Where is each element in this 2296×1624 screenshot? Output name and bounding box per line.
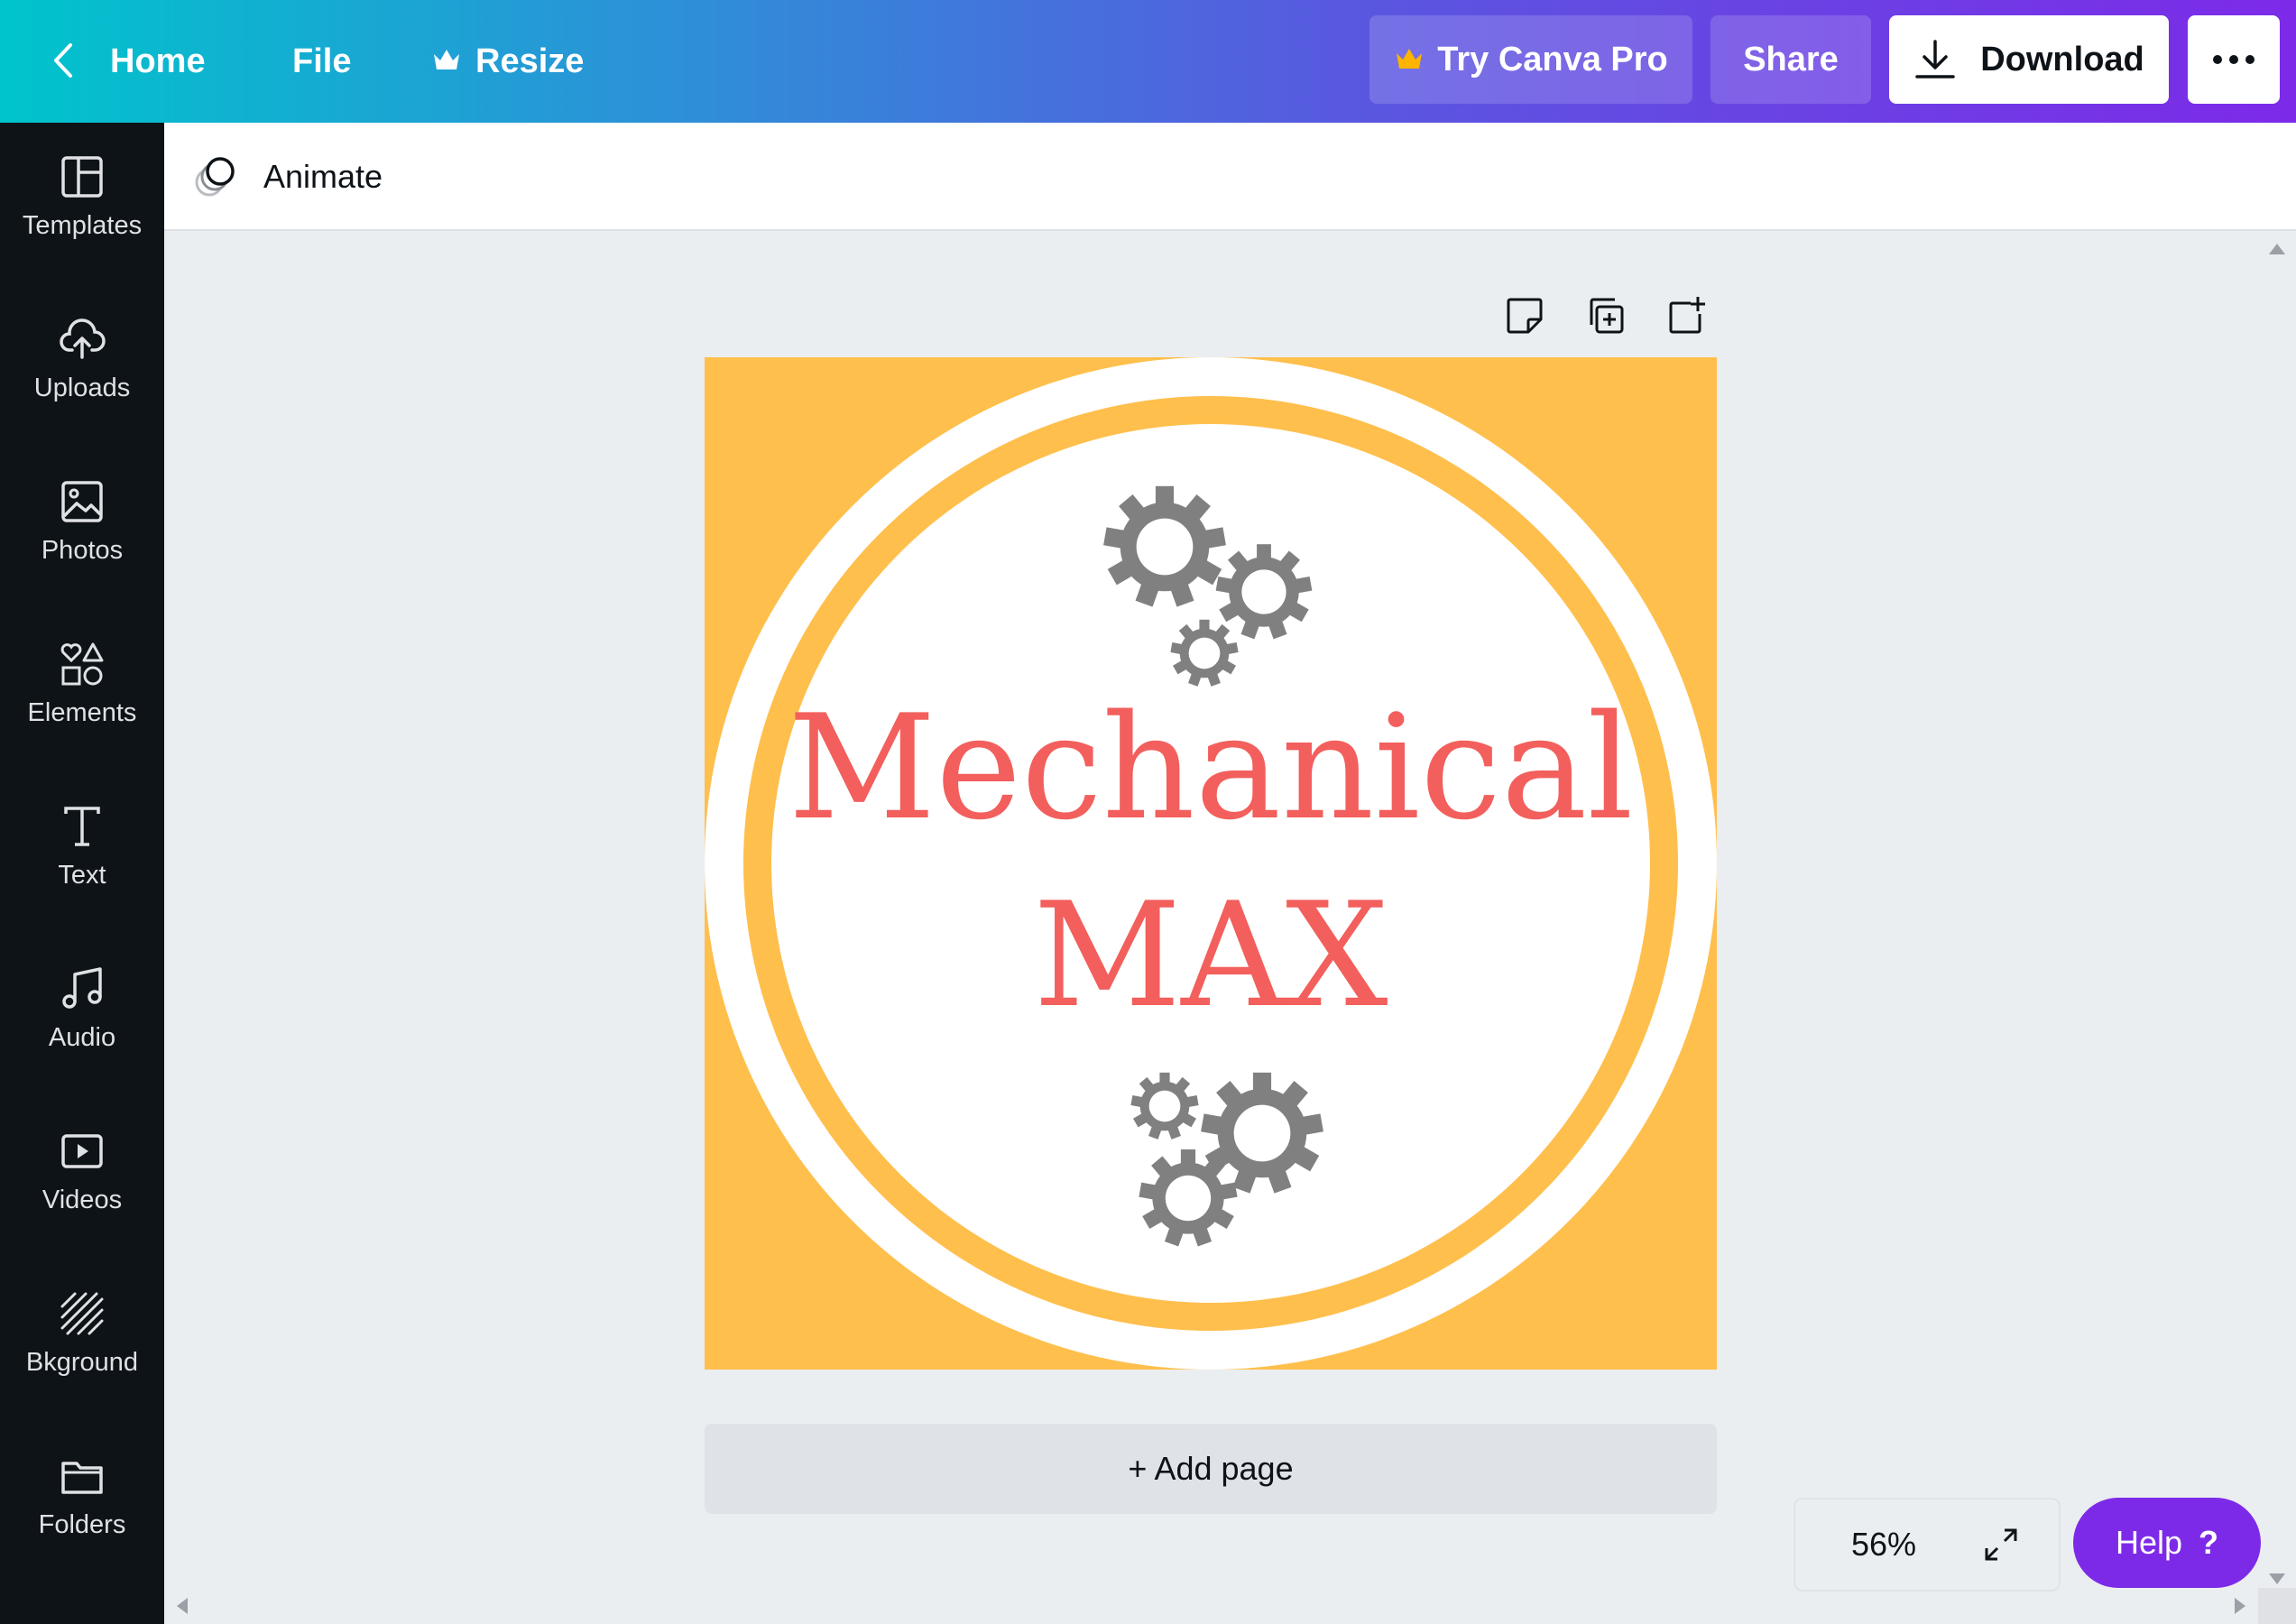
background-pattern-icon xyxy=(60,1292,104,1335)
templates-icon xyxy=(61,156,103,198)
sidebar-item-label: Photos xyxy=(41,536,124,565)
crown-icon xyxy=(434,50,459,69)
file-menu[interactable]: File xyxy=(292,38,351,85)
folder-icon xyxy=(61,1462,103,1494)
gears-top-graphic[interactable] xyxy=(1102,484,1318,700)
title-line-2[interactable]: MAX xyxy=(705,879,1717,1032)
download-icon xyxy=(1915,40,1955,78)
upload-cloud-icon xyxy=(60,318,106,359)
gears-bottom-graphic[interactable] xyxy=(1102,1070,1336,1269)
animate-icon[interactable] xyxy=(191,150,242,200)
sidebar-item-elements[interactable]: Elements xyxy=(0,610,164,772)
question-mark-icon: ? xyxy=(2199,1524,2219,1561)
context-toolbar: Animate xyxy=(164,123,2296,231)
title-line-1[interactable]: Mechanical xyxy=(705,691,1717,844)
download-button[interactable]: Download xyxy=(1889,15,2169,104)
text-icon xyxy=(64,807,100,846)
chevron-left-icon[interactable] xyxy=(45,38,81,83)
sidebar-item-templates[interactable]: Templates xyxy=(0,123,164,285)
zoom-control[interactable]: 56% xyxy=(1793,1498,2061,1592)
scrollbar-corner xyxy=(2258,1588,2296,1624)
share-label: Share xyxy=(1743,41,1839,78)
top-bar: Home File Resize Try Canva Pro Share Dow… xyxy=(0,0,2296,123)
sidebar-item-text[interactable]: Text xyxy=(0,772,164,935)
sidebar-item-label: Bkground xyxy=(25,1348,139,1377)
sidebar-item-label: Audio xyxy=(48,1023,116,1052)
sidebar-item-label: Templates xyxy=(22,211,143,240)
more-options-button[interactable] xyxy=(2188,15,2280,104)
sidebar-item-label: Folders xyxy=(38,1510,126,1539)
design-page[interactable]: Mechanical MAX xyxy=(705,357,1717,1370)
vertical-scrollbar[interactable] xyxy=(2258,231,2296,1593)
music-note-icon xyxy=(62,967,102,1009)
duplicate-page-icon[interactable] xyxy=(1584,294,1627,337)
home-link[interactable]: Home xyxy=(110,38,206,85)
fullscreen-expand-icon[interactable] xyxy=(1979,1523,2023,1566)
sidebar-item-label: Uploads xyxy=(33,374,131,402)
sidebar-item-uploads[interactable]: Uploads xyxy=(0,285,164,448)
sidebar-item-folders[interactable]: Folders xyxy=(0,1422,164,1584)
more-dots-icon xyxy=(2213,55,2255,64)
help-button[interactable]: Help ? xyxy=(2073,1498,2261,1588)
share-button[interactable]: Share xyxy=(1710,15,1871,104)
sidebar-item-label: Text xyxy=(58,861,106,890)
try-canva-pro-button[interactable]: Try Canva Pro xyxy=(1369,15,1692,104)
horizontal-scrollbar[interactable] xyxy=(164,1588,2258,1624)
sidebar-item-background[interactable]: Bkground xyxy=(0,1260,164,1422)
resize-button[interactable]: Resize xyxy=(475,38,584,85)
add-page-icon[interactable] xyxy=(1665,294,1709,337)
sidebar-item-videos[interactable]: Videos xyxy=(0,1097,164,1260)
sidebar-item-audio[interactable]: Audio xyxy=(0,935,164,1097)
crown-icon xyxy=(1397,49,1423,69)
notes-icon[interactable] xyxy=(1503,294,1546,337)
sidebar-item-label: Videos xyxy=(41,1186,123,1214)
left-sidebar: Templates Uploads Photos Elements Text A… xyxy=(0,123,164,1624)
help-label: Help xyxy=(2115,1524,2183,1561)
animate-button[interactable]: Animate xyxy=(263,155,383,198)
zoom-level[interactable]: 56% xyxy=(1851,1523,1916,1566)
sidebar-item-label: Elements xyxy=(27,698,137,727)
photo-icon xyxy=(61,481,103,522)
download-label: Download xyxy=(1980,41,2144,78)
video-icon xyxy=(61,1134,103,1168)
shapes-icon xyxy=(60,642,104,686)
add-page-button[interactable]: + Add page xyxy=(705,1424,1717,1514)
sidebar-item-photos[interactable]: Photos xyxy=(0,448,164,610)
try-canva-pro-label: Try Canva Pro xyxy=(1437,41,1668,78)
